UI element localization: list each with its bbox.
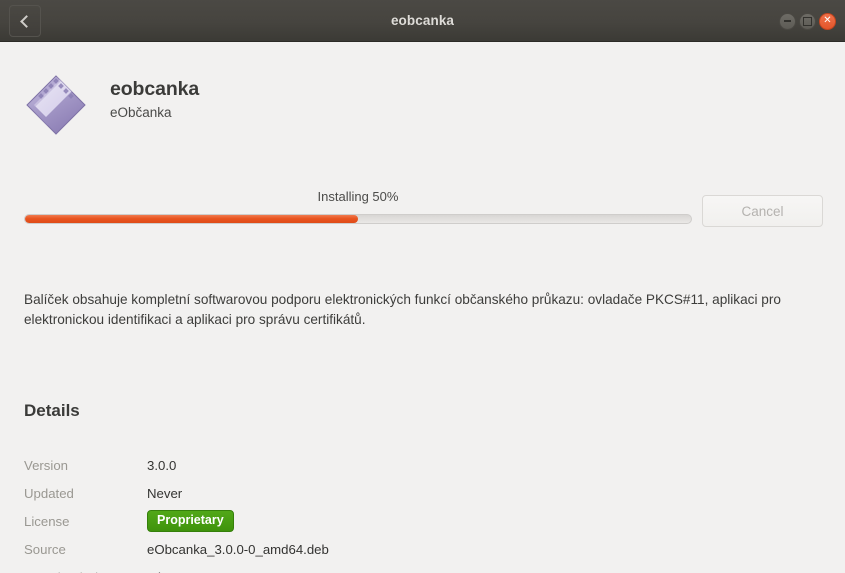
close-icon[interactable]: ✕ — [819, 12, 836, 30]
detail-label-download-size: Download Size — [24, 563, 147, 573]
package-description: Balíček obsahuje kompletní softwarovou p… — [24, 292, 781, 327]
progress-bar — [24, 214, 692, 224]
detail-value-download-size: 0 bytes — [147, 563, 724, 573]
details-heading: Details — [24, 401, 80, 420]
maximize-icon[interactable] — [799, 12, 816, 30]
progress-status-label: Installing 50% — [317, 189, 399, 204]
back-button[interactable] — [9, 5, 41, 37]
table-row: Source eObcanka_3.0.0-0_amd64.deb — [24, 535, 724, 563]
window-controls: ✕ — [779, 0, 836, 42]
package-detail-page: eobcanka eObčanka Installing 50% Cancel … — [0, 42, 845, 573]
detail-label-updated: Updated — [24, 485, 74, 501]
progress-area: Installing 50% — [24, 188, 692, 224]
eobcanka-app-icon — [24, 73, 88, 137]
window-title: eobcanka — [390, 13, 455, 28]
minimize-icon[interactable] — [779, 12, 796, 30]
app-name: eobcanka — [110, 78, 200, 100]
app-title-block: eobcanka eObčanka — [110, 69, 199, 122]
table-row: Updated Never — [24, 479, 724, 507]
detail-value-license: Proprietary — [147, 507, 724, 535]
detail-value-source: eObcanka_3.0.0-0_amd64.deb — [147, 541, 329, 557]
detail-label-license: License — [24, 513, 70, 529]
cancel-button[interactable]: Cancel — [702, 195, 823, 227]
application-window: eobcanka ✕ eobcanka eObčanka Installing … — [0, 0, 845, 573]
table-row: License Proprietary — [24, 507, 724, 535]
table-row: Version 3.0.0 — [24, 451, 724, 479]
details-table: Version 3.0.0 Updated Never License Prop… — [24, 451, 724, 573]
progress-bar-fill — [25, 215, 358, 223]
app-subtitle: eObčanka — [110, 105, 172, 120]
app-header: eobcanka eObčanka — [24, 69, 199, 137]
title-bar: eobcanka ✕ — [0, 0, 845, 42]
detail-label-version: Version — [24, 457, 68, 473]
detail-label-source: Source — [24, 541, 66, 557]
chevron-left-icon — [20, 14, 33, 28]
detail-value-version: 3.0.0 — [147, 457, 177, 473]
detail-value-updated: Never — [147, 485, 183, 501]
license-badge: Proprietary — [147, 510, 234, 532]
table-row: Download Size 0 bytes — [24, 563, 724, 573]
close-glyph: ✕ — [823, 15, 832, 26]
